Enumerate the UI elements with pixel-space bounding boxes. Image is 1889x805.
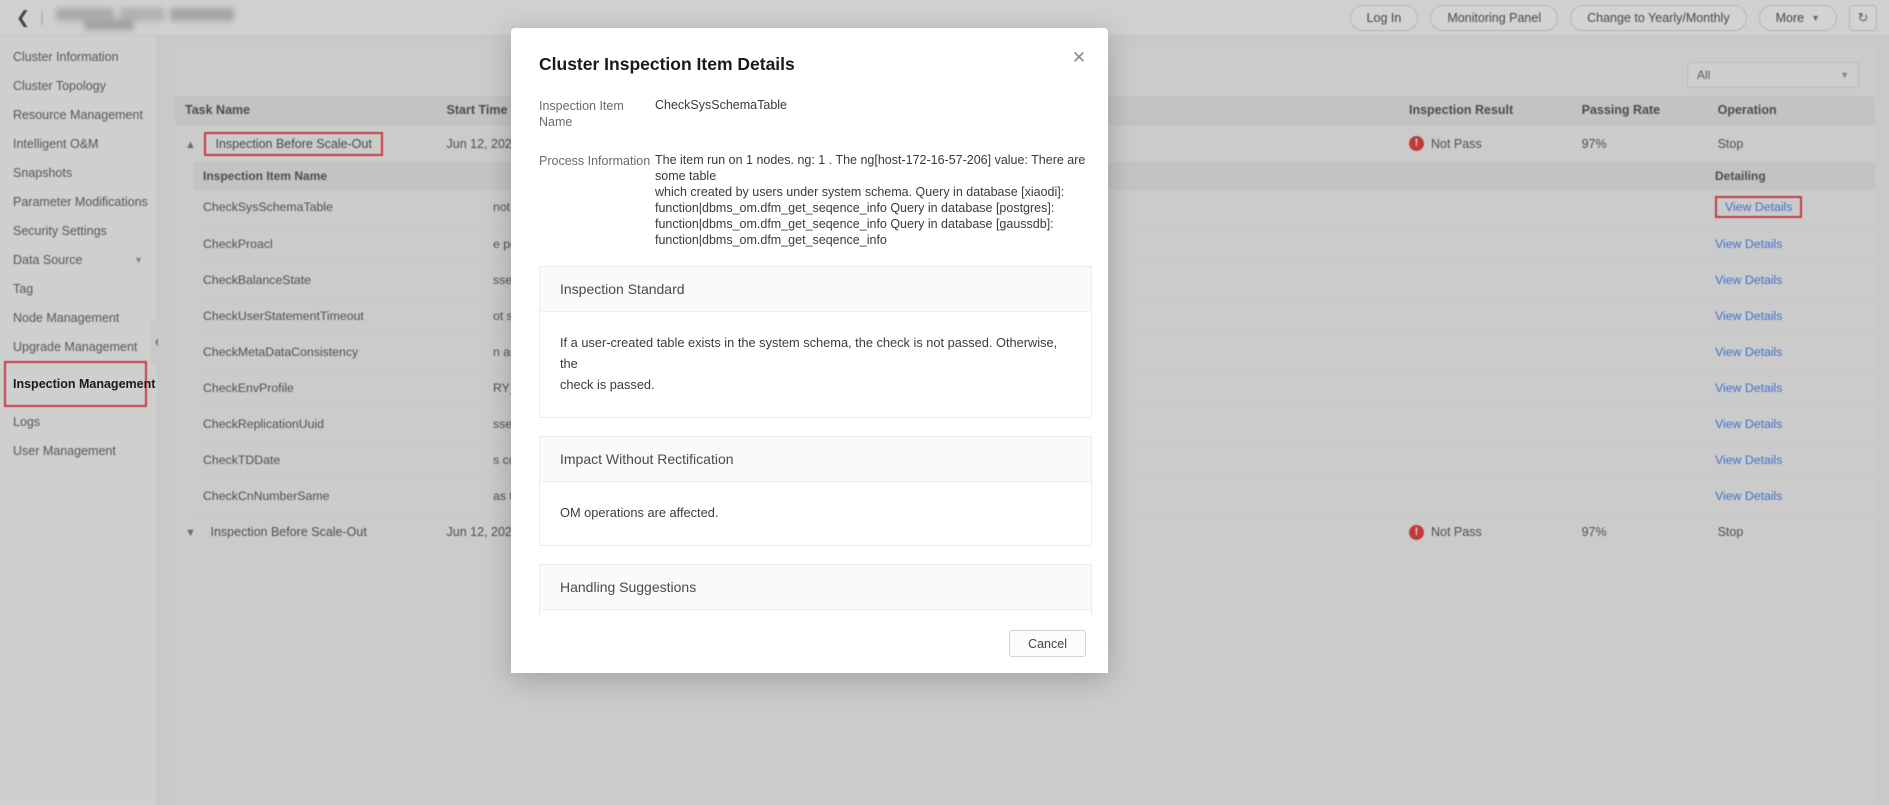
- impact-heading: Impact Without Rectification: [540, 437, 1091, 482]
- close-icon[interactable]: ✕: [1068, 46, 1090, 68]
- process-line: function|dbms_om.dfm_get_seqence_info: [655, 233, 887, 247]
- impact-body: OM operations are affected.: [540, 482, 1091, 545]
- dialog-header: Cluster Inspection Item Details ✕: [511, 28, 1108, 75]
- cancel-button-label: Cancel: [1028, 636, 1067, 651]
- body-line: If a user-created table exists in the sy…: [560, 335, 1058, 371]
- cluster-inspection-item-details-dialog: Cluster Inspection Item Details ✕ Inspec…: [511, 28, 1108, 673]
- inspection-item-name-value: CheckSysSchemaTable: [655, 98, 788, 112]
- cancel-button[interactable]: Cancel: [1009, 630, 1086, 657]
- inspection-item-name-field: Inspection Item Name CheckSysSchemaTable: [539, 97, 1092, 130]
- dialog-footer: Cancel: [511, 616, 1108, 673]
- sidebar-item-label: Inspection Management: [13, 376, 156, 391]
- process-line: The item run on 1 nodes. ng: 1 . The ng[…: [655, 153, 1086, 183]
- handling-suggestions-heading: Handling Suggestions: [540, 565, 1091, 610]
- process-line: function|dbms_om.dfm_get_seqence_info Qu…: [655, 201, 1055, 215]
- inspection-standard-body: If a user-created table exists in the sy…: [540, 312, 1091, 417]
- body-line: OM operations are affected.: [560, 505, 719, 520]
- page-title: Cluster Inspection Item Details: [539, 54, 795, 74]
- handling-suggestions-panel: Handling Suggestions 1. Determine the us…: [539, 564, 1092, 616]
- impact-without-rectification-panel: Impact Without Rectification OM operatio…: [539, 436, 1092, 546]
- process-information-label: Process Information: [539, 154, 651, 168]
- inspection-item-name-label: Inspection Item Name: [539, 99, 624, 129]
- body-line: check is passed.: [560, 377, 655, 392]
- process-line: which created by users under system sche…: [655, 185, 1065, 199]
- process-information-field: Process Information The item run on 1 no…: [539, 152, 1092, 248]
- inspection-standard-panel: Inspection Standard If a user-created ta…: [539, 266, 1092, 418]
- handling-suggestions-body: 1. Determine the user objects created in…: [540, 610, 1091, 616]
- process-information-value: The item run on 1 nodes. ng: 1 . The ng[…: [655, 152, 1092, 248]
- process-line: function|dbms_om.dfm_get_seqence_info Qu…: [655, 217, 1054, 231]
- inspection-standard-heading: Inspection Standard: [540, 267, 1091, 312]
- app-root: ❮ | Log In Monitoring Panel Change to Ye…: [0, 0, 1889, 805]
- dialog-body[interactable]: Inspection Item Name CheckSysSchemaTable…: [511, 75, 1108, 616]
